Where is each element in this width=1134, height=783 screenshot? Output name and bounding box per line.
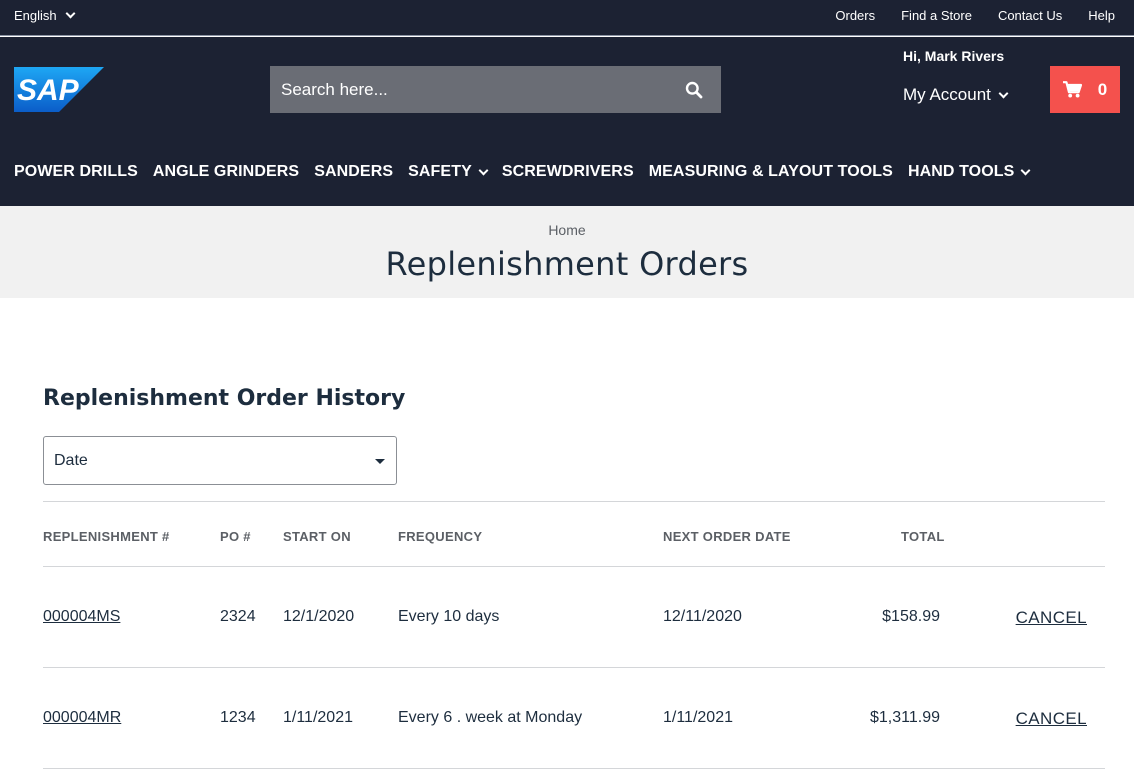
category-power-drills[interactable]: POWER DRILLS: [14, 163, 138, 181]
po-number: 1234: [220, 709, 256, 726]
order-total: $1,311.99: [870, 709, 940, 726]
column-header: TOTAL: [901, 529, 945, 544]
search-bar: [270, 66, 721, 113]
orders-link[interactable]: Orders: [835, 8, 875, 23]
start-date: 1/11/2021: [283, 709, 353, 726]
utility-links: Orders Find a Store Contact Us Help: [835, 0, 1115, 31]
sort-select[interactable]: Date: [43, 436, 397, 485]
po-number: 2324: [220, 608, 256, 625]
page-title: Replenishment Orders: [385, 245, 749, 283]
column-header: START ON: [283, 529, 351, 544]
logo-text: SAP: [17, 74, 80, 107]
category-hand-tools[interactable]: HAND TOOLS: [908, 163, 1031, 181]
cancel-button[interactable]: CANCEL: [1016, 608, 1087, 628]
order-total: $158.99: [882, 608, 940, 625]
search-icon[interactable]: [667, 66, 721, 113]
next-order-date: 1/11/2021: [663, 709, 733, 726]
column-header: PO #: [220, 529, 251, 544]
category-sanders[interactable]: SANDERS: [314, 163, 393, 181]
divider: [43, 667, 1105, 668]
site-header: SAP Hi, Mark Rivers My Account 0 POWER D…: [0, 37, 1134, 206]
frequency: Every 10 days: [398, 608, 500, 625]
frequency: Every 6 . week at Monday: [398, 709, 583, 726]
search-input[interactable]: [270, 66, 667, 113]
sort-value: Date: [54, 451, 88, 469]
column-header: FREQUENCY: [398, 529, 483, 544]
my-account-menu[interactable]: My Account: [903, 85, 1009, 105]
utility-bar: English Orders Find a Store Contact Us H…: [0, 0, 1134, 36]
cart-button[interactable]: 0: [1050, 66, 1120, 113]
category-screwdrivers[interactable]: SCREWDRIVERS: [502, 163, 634, 181]
contact-us-link[interactable]: Contact Us: [998, 8, 1062, 23]
language-selector[interactable]: English: [14, 0, 76, 31]
next-order-date: 12/11/2020: [663, 608, 742, 625]
user-greeting: Hi, Mark Rivers: [903, 48, 1005, 64]
cart-icon: [1062, 81, 1082, 98]
page-header: Home Replenishment Orders: [0, 206, 1134, 298]
start-date: 12/1/2020: [283, 608, 355, 625]
language-label: English: [14, 8, 57, 23]
chevron-down-icon: [998, 88, 1009, 98]
history-title: Replenishment Order History: [43, 386, 406, 411]
divider: [43, 566, 1105, 567]
category-nav: POWER DRILLS ANGLE GRINDERS SANDERS SAFE…: [14, 160, 1031, 184]
breadcrumb: Home: [0, 222, 1134, 238]
sap-logo[interactable]: SAP: [14, 67, 104, 112]
cancel-button[interactable]: CANCEL: [1016, 709, 1087, 729]
my-account-label: My Account: [903, 85, 991, 104]
replenishment-id-link[interactable]: 000004MS: [43, 608, 120, 626]
help-link[interactable]: Help: [1088, 8, 1115, 23]
column-header: REPLENISHMENT #: [43, 529, 170, 544]
column-header: NEXT ORDER DATE: [663, 529, 791, 544]
cart-count: 0: [1097, 79, 1108, 99]
category-angle-grinders[interactable]: ANGLE GRINDERS: [153, 163, 299, 181]
breadcrumb-home-link[interactable]: Home: [548, 222, 585, 238]
replenishment-id-link[interactable]: 000004MR: [43, 709, 121, 727]
category-measuring-layout-tools[interactable]: MEASURING & LAYOUT TOOLS: [649, 163, 893, 181]
chevron-down-icon: [478, 165, 489, 175]
chevron-down-icon: [65, 8, 76, 19]
find-a-store-link[interactable]: Find a Store: [901, 8, 972, 23]
category-safety[interactable]: SAFETY: [408, 163, 489, 181]
divider: [43, 501, 1105, 502]
chevron-down-icon: [1020, 165, 1031, 175]
caret-down-icon: [375, 459, 385, 464]
divider: [43, 768, 1105, 769]
